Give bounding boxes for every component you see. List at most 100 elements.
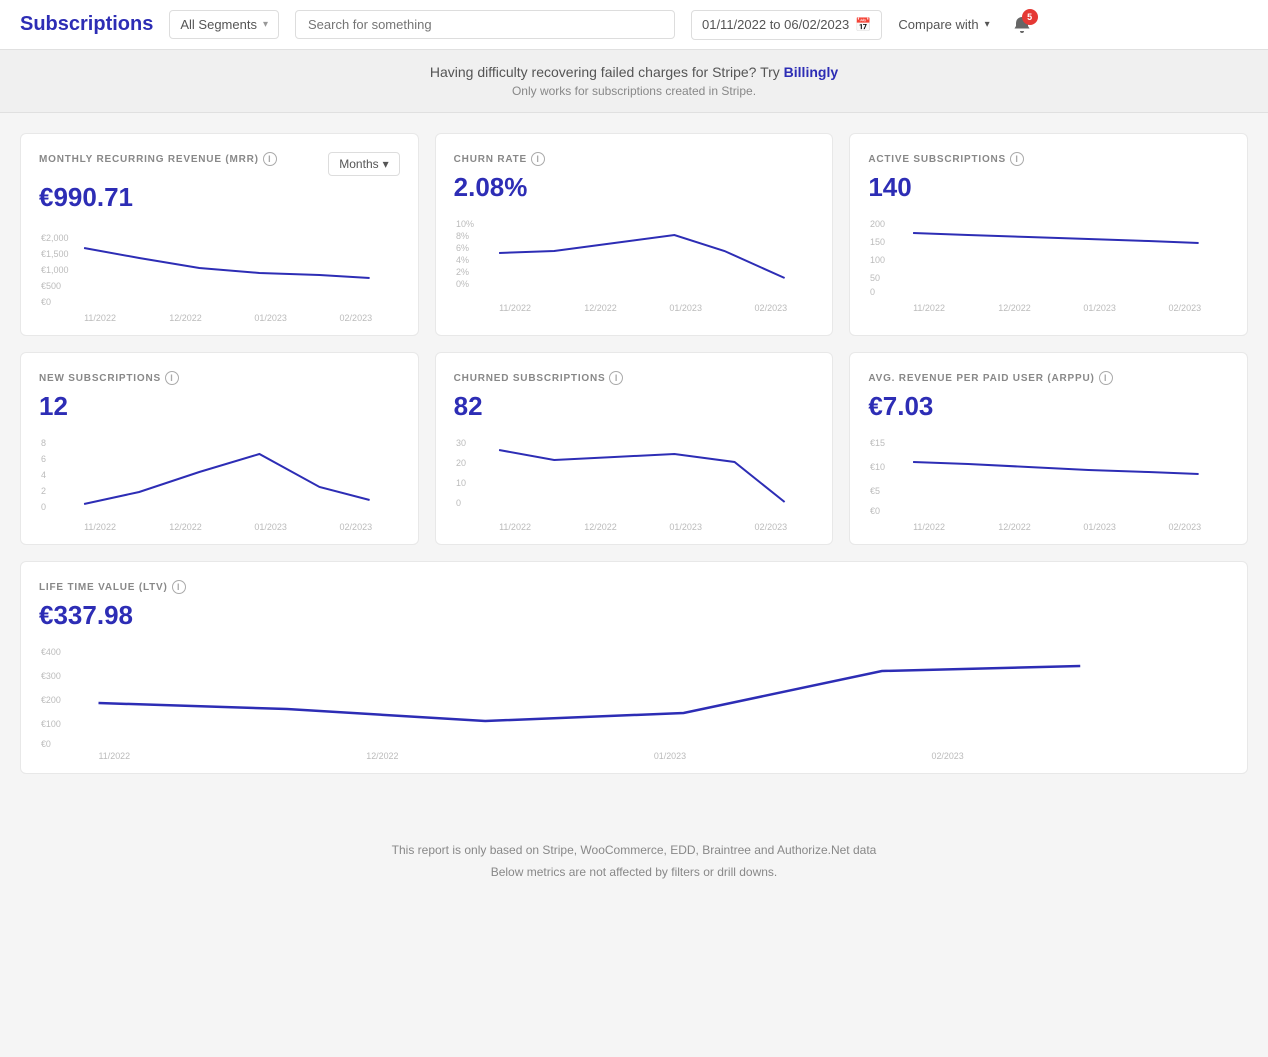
compare-chevron-icon: ▾: [985, 19, 990, 30]
svg-text:12/2022: 12/2022: [999, 303, 1032, 313]
svg-text:01/2023: 01/2023: [254, 522, 287, 532]
svg-text:4%: 4%: [456, 255, 469, 265]
new-subs-card: NEW SUBSCRIPTIONS i 12 8 6 4 2 0 11/2022…: [20, 352, 419, 545]
svg-text:02/2023: 02/2023: [754, 522, 787, 532]
svg-text:€0: €0: [870, 506, 880, 516]
new-subs-title: NEW SUBSCRIPTIONS i: [39, 371, 179, 385]
new-subs-info-icon[interactable]: i: [165, 371, 179, 385]
active-subs-header: ACTIVE SUBSCRIPTIONS i: [868, 152, 1229, 166]
compare-label: Compare with: [898, 17, 978, 32]
svg-text:0: 0: [41, 502, 46, 512]
svg-text:€400: €400: [41, 647, 61, 657]
svg-text:€0: €0: [41, 297, 51, 307]
calendar-icon: 📅: [855, 17, 871, 33]
segments-dropdown[interactable]: All Segments ▾: [169, 10, 279, 39]
banner-link[interactable]: Billingly: [784, 64, 838, 80]
active-subs-info-icon[interactable]: i: [1010, 152, 1024, 166]
svg-text:02/2023: 02/2023: [340, 313, 373, 323]
svg-text:01/2023: 01/2023: [654, 751, 686, 761]
churned-subs-value: 82: [454, 391, 815, 422]
segments-chevron-icon: ▾: [263, 19, 268, 30]
svg-text:2%: 2%: [456, 267, 469, 277]
arppu-chart: €15 €10 €5 €0 11/2022 12/2022 01/2023 02…: [868, 432, 1229, 532]
page-title: Subscriptions: [20, 13, 153, 36]
cards-row-2: NEW SUBSCRIPTIONS i 12 8 6 4 2 0 11/2022…: [20, 352, 1248, 545]
svg-text:€2,000: €2,000: [41, 233, 69, 243]
svg-text:4: 4: [41, 470, 46, 480]
svg-text:01/2023: 01/2023: [1084, 303, 1117, 313]
churn-info-icon[interactable]: i: [531, 152, 545, 166]
svg-text:€100: €100: [41, 719, 61, 729]
svg-text:100: 100: [870, 255, 885, 265]
svg-text:8%: 8%: [456, 231, 469, 241]
svg-text:10: 10: [456, 478, 466, 488]
svg-text:€15: €15: [870, 438, 885, 448]
header: Subscriptions All Segments ▾ 01/11/2022 …: [0, 0, 1268, 50]
ltv-info-icon[interactable]: i: [172, 580, 186, 594]
ltv-title: LIFE TIME VALUE (LTV) i: [39, 580, 186, 594]
svg-text:11/2022: 11/2022: [913, 303, 945, 313]
banner-text: Having difficulty recovering failed char…: [14, 64, 1254, 80]
churned-subs-title: CHURNED SUBSCRIPTIONS i: [454, 371, 624, 385]
churned-subs-card: CHURNED SUBSCRIPTIONS i 82 30 20 10 0 11…: [435, 352, 834, 545]
churn-chart: 10% 8% 6% 4% 2% 0% 11/2022 12/2022 01/20…: [454, 213, 815, 313]
churned-subs-chart: 30 20 10 0 11/2022 12/2022 01/2023 02/20…: [454, 432, 815, 532]
ltv-value: €337.98: [39, 600, 1229, 631]
svg-text:02/2023: 02/2023: [340, 522, 373, 532]
svg-text:11/2022: 11/2022: [98, 751, 130, 761]
svg-text:20: 20: [456, 458, 466, 468]
svg-text:€10: €10: [870, 462, 885, 472]
svg-text:12/2022: 12/2022: [169, 522, 202, 532]
churned-subs-info-icon[interactable]: i: [609, 371, 623, 385]
compare-with-dropdown[interactable]: Compare with ▾: [898, 17, 989, 32]
svg-text:150: 150: [870, 237, 885, 247]
arppu-info-icon[interactable]: i: [1099, 371, 1113, 385]
arppu-value: €7.03: [868, 391, 1229, 422]
svg-text:12/2022: 12/2022: [584, 303, 617, 313]
churn-title: CHURN RATE i: [454, 152, 545, 166]
active-subs-chart: 200 150 100 50 0 11/2022 12/2022 01/2023…: [868, 213, 1229, 313]
months-chevron-icon: ▾: [383, 157, 389, 171]
new-subs-header: NEW SUBSCRIPTIONS i: [39, 371, 400, 385]
mrr-title: MONTHLY RECURRING REVENUE (MRR) i: [39, 152, 277, 166]
new-subs-value: 12: [39, 391, 400, 422]
churn-card: CHURN RATE i 2.08% 10% 8% 6% 4% 2% 0% 11…: [435, 133, 834, 336]
new-subs-chart: 8 6 4 2 0 11/2022 12/2022 01/2023 02/202…: [39, 432, 400, 532]
mrr-value: €990.71: [39, 182, 400, 213]
svg-text:01/2023: 01/2023: [254, 313, 287, 323]
ltv-chart: €400 €300 €200 €100 €0 11/2022 12/2022 0…: [39, 641, 1229, 761]
arppu-title: AVG. REVENUE PER PAID USER (ARPPU) i: [868, 371, 1112, 385]
ltv-card: LIFE TIME VALUE (LTV) i €337.98 €400 €30…: [20, 561, 1248, 774]
svg-text:200: 200: [870, 219, 885, 229]
cards-row-1: MONTHLY RECURRING REVENUE (MRR) i Months…: [20, 133, 1248, 336]
date-range-picker[interactable]: 01/11/2022 to 06/02/2023 📅: [691, 10, 882, 40]
svg-text:12/2022: 12/2022: [999, 522, 1032, 532]
mrr-card: MONTHLY RECURRING REVENUE (MRR) i Months…: [20, 133, 419, 336]
churn-value: 2.08%: [454, 172, 815, 203]
active-subs-title: ACTIVE SUBSCRIPTIONS i: [868, 152, 1024, 166]
svg-text:01/2023: 01/2023: [669, 522, 702, 532]
svg-text:11/2022: 11/2022: [84, 313, 116, 323]
mrr-info-icon[interactable]: i: [263, 152, 277, 166]
active-subs-card: ACTIVE SUBSCRIPTIONS i 140 200 150 100 5…: [849, 133, 1248, 336]
svg-text:8: 8: [41, 438, 46, 448]
mrr-chart: €2,000 €1,500 €1,000 €500 €0 11/2022 12/…: [39, 223, 400, 323]
svg-text:6%: 6%: [456, 243, 469, 253]
mrr-card-header: MONTHLY RECURRING REVENUE (MRR) i Months…: [39, 152, 400, 176]
churn-card-header: CHURN RATE i: [454, 152, 815, 166]
svg-text:11/2022: 11/2022: [913, 522, 945, 532]
notification-button[interactable]: 5: [1006, 9, 1038, 41]
svg-text:€1,000: €1,000: [41, 265, 69, 275]
svg-text:€1,500: €1,500: [41, 249, 69, 259]
svg-text:11/2022: 11/2022: [499, 522, 531, 532]
svg-text:€300: €300: [41, 671, 61, 681]
arppu-header: AVG. REVENUE PER PAID USER (ARPPU) i: [868, 371, 1229, 385]
search-input[interactable]: [295, 10, 675, 39]
segments-label: All Segments: [180, 17, 257, 32]
svg-text:02/2023: 02/2023: [931, 751, 963, 761]
notification-badge: 5: [1022, 9, 1038, 25]
svg-text:€200: €200: [41, 695, 61, 705]
active-subs-value: 140: [868, 172, 1229, 203]
ltv-header: LIFE TIME VALUE (LTV) i: [39, 580, 1229, 594]
months-button[interactable]: Months ▾: [328, 152, 399, 176]
